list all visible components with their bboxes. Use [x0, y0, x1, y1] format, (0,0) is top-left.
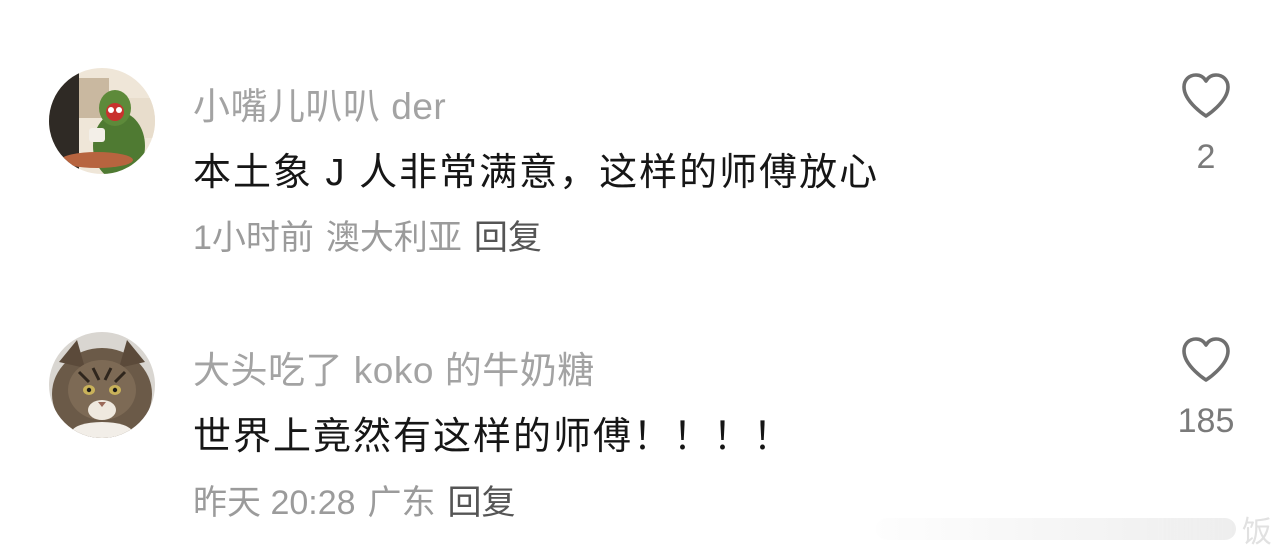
comment-location: 广东 [367, 484, 436, 522]
comment-meta: 昨天 20:28 广东 回复 [193, 475, 516, 524]
reply-button[interactable]: 回复 [448, 475, 516, 524]
watermark-bar [876, 518, 1236, 540]
watermark: 饭 [862, 513, 1272, 549]
username[interactable]: 小嘴儿叭叭 der [193, 76, 446, 130]
like-button[interactable]: 185 [1151, 336, 1261, 441]
user-avatar[interactable] [49, 332, 155, 438]
like-button[interactable]: 2 [1151, 72, 1261, 177]
comment-meta: 1小时前 澳大利亚 回复 [193, 210, 542, 259]
reply-button[interactable]: 回复 [474, 210, 542, 259]
like-count: 185 [1177, 402, 1235, 440]
comment-item: 大头吃了 koko 的牛奶糖 世界上竟然有这样的师傅！！！！ 昨天 20:28 … [0, 264, 1284, 528]
watermark-text: 饭 [1242, 516, 1272, 549]
user-avatar[interactable] [49, 68, 155, 174]
comment-time: 昨天 20:28 [193, 484, 356, 522]
comment-location: 澳大利亚 [325, 219, 462, 257]
cat-avatar-image [49, 332, 155, 438]
comment-list: 小嘴儿叭叭 der 本土象 J 人非常满意，这样的师傅放心 1小时前 澳大利亚 … [0, 0, 1284, 559]
comment-time: 1小时前 [193, 219, 314, 257]
comment-item: 小嘴儿叭叭 der 本土象 J 人非常满意，这样的师傅放心 1小时前 澳大利亚 … [0, 0, 1284, 264]
cartoon-avatar-image [49, 68, 155, 174]
heart-outline-icon [1182, 337, 1230, 382]
like-count: 2 [1196, 138, 1216, 176]
comment-text: 世界上竟然有这样的师傅！！！！ [193, 416, 794, 458]
comment-text: 本土象 J 人非常满意，这样的师傅放心 [193, 152, 880, 194]
username[interactable]: 大头吃了 koko 的牛奶糖 [193, 340, 595, 394]
heart-outline-icon [1182, 73, 1230, 118]
